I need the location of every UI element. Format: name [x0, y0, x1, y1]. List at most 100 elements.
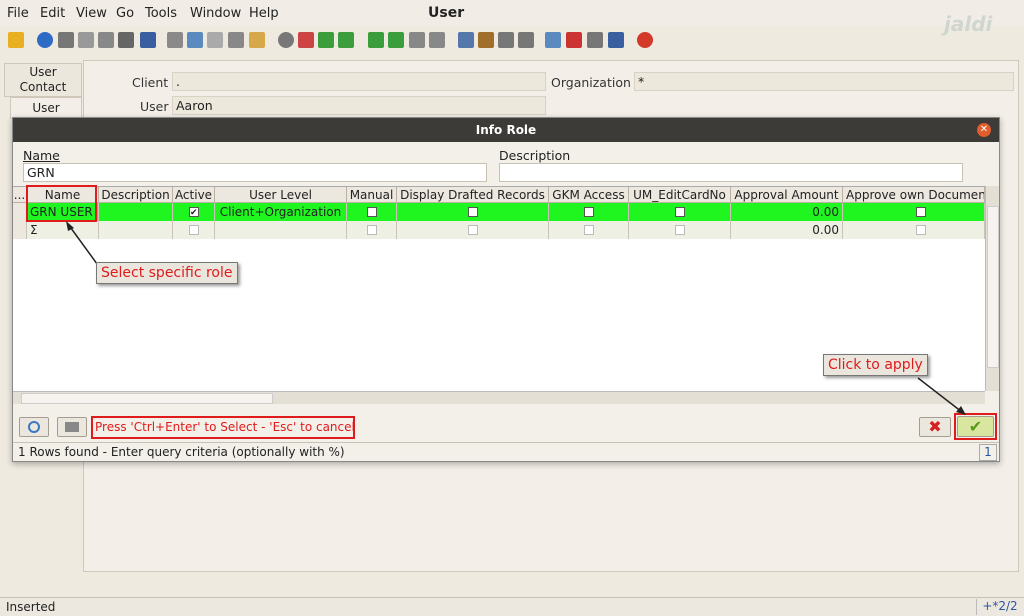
- cell-approve-own[interactable]: [843, 203, 985, 221]
- user-field[interactable]: Aaron: [172, 96, 546, 115]
- approve-own-checkbox: [916, 225, 926, 235]
- menu-help[interactable]: Help: [249, 6, 279, 21]
- client-field[interactable]: .: [172, 72, 546, 91]
- cell-display-drafted: [397, 221, 549, 239]
- approve-own-checkbox[interactable]: [916, 207, 926, 217]
- um-editcardno-checkbox[interactable]: [675, 207, 685, 217]
- manual-checkbox: [367, 225, 377, 235]
- cell-gkm-access[interactable]: [549, 203, 629, 221]
- cell-description[interactable]: [99, 203, 173, 221]
- column-header-approval-amount[interactable]: Approval Amount: [731, 187, 843, 203]
- select-role-callout: Select specific role: [96, 262, 238, 284]
- column-header-approve-own[interactable]: Approve own Documen: [843, 187, 985, 203]
- menu-tools[interactable]: Tools: [145, 6, 177, 21]
- attachment-icon[interactable]: [207, 32, 223, 48]
- column-header-display-drafted[interactable]: Display Drafted Records: [397, 187, 549, 203]
- previous-record-icon[interactable]: [388, 32, 404, 48]
- display-drafted-checkbox[interactable]: [468, 207, 478, 217]
- last-record-icon[interactable]: [429, 32, 445, 48]
- cell-um-editcardno[interactable]: [629, 203, 731, 221]
- cut-icon[interactable]: [118, 32, 134, 48]
- tab-label: User: [32, 101, 60, 115]
- column-header-user-level[interactable]: User Level: [215, 187, 347, 203]
- cell-user-level[interactable]: Client+Organization: [215, 203, 347, 221]
- cancel-button[interactable]: ✖: [919, 417, 951, 437]
- workflow-icon[interactable]: [566, 32, 582, 48]
- status-text: Inserted: [6, 600, 56, 614]
- cell-approval-amount[interactable]: 0.00: [731, 203, 843, 221]
- column-header-um-editcardno[interactable]: UM_EditCardNo: [629, 187, 731, 203]
- gkm-access-checkbox: [584, 225, 594, 235]
- organization-field[interactable]: *: [634, 72, 1014, 91]
- parent-icon[interactable]: [318, 32, 334, 48]
- report-icon[interactable]: [458, 32, 474, 48]
- refresh-icon: [28, 421, 40, 433]
- detail-icon[interactable]: [338, 32, 354, 48]
- tab-user-contact[interactable]: User Contact: [4, 63, 82, 97]
- cell-active: [173, 221, 215, 239]
- cell-manual[interactable]: [347, 203, 397, 221]
- cell-user-level: [215, 221, 347, 239]
- refresh-icon[interactable]: [167, 32, 183, 48]
- undo-icon[interactable]: [8, 32, 24, 48]
- tab-user[interactable]: User: [10, 97, 82, 119]
- next-record-icon[interactable]: [409, 32, 425, 48]
- statusbar: Inserted +*2/2: [0, 597, 1024, 616]
- column-header-description[interactable]: Description: [99, 187, 173, 203]
- cell-manual: [347, 221, 397, 239]
- menu-view[interactable]: View: [76, 6, 107, 21]
- description-input[interactable]: [499, 163, 963, 182]
- grid-toggle-icon[interactable]: [249, 32, 265, 48]
- menu-file[interactable]: File: [7, 6, 29, 21]
- home-icon[interactable]: [298, 32, 314, 48]
- user-label: User: [140, 99, 169, 114]
- page-count: 1: [979, 444, 997, 461]
- toolbar: [0, 28, 1024, 54]
- menu-go[interactable]: Go: [116, 6, 134, 21]
- chat-icon[interactable]: [228, 32, 244, 48]
- close-window-icon[interactable]: [637, 32, 653, 48]
- name-cell-highlight: [26, 185, 97, 222]
- name-input[interactable]: GRN: [23, 163, 487, 182]
- manual-checkbox[interactable]: [367, 207, 377, 217]
- row-selector[interactable]: [13, 203, 27, 221]
- ok-button[interactable]: ✔: [957, 416, 994, 437]
- info-role-dialog: Info Role ✕ Name GRN Description ... Nam…: [12, 117, 1000, 462]
- new-record-icon[interactable]: [58, 32, 74, 48]
- requery-button[interactable]: [19, 417, 49, 437]
- delete-icon[interactable]: [98, 32, 114, 48]
- print-icon[interactable]: [518, 32, 534, 48]
- active-checkbox[interactable]: [189, 204, 199, 221]
- scroll-thumb[interactable]: [21, 393, 273, 404]
- process-icon[interactable]: [587, 32, 603, 48]
- column-header-manual[interactable]: Manual: [347, 187, 397, 203]
- gkm-access-checkbox[interactable]: [584, 207, 594, 217]
- first-record-icon[interactable]: [368, 32, 384, 48]
- table-row[interactable]: GRN USER Client+Organization 0.00: [13, 203, 985, 221]
- row-selector[interactable]: [13, 221, 27, 239]
- archive-icon[interactable]: [478, 32, 494, 48]
- vertical-scrollbar[interactable]: [985, 186, 999, 391]
- zoom-across-icon[interactable]: [545, 32, 561, 48]
- column-header-gkm-access[interactable]: GKM Access: [549, 187, 629, 203]
- close-icon[interactable]: ✕: [977, 123, 991, 137]
- table-row-totals: Σ 0.00: [13, 221, 985, 239]
- print-preview-icon[interactable]: [498, 32, 514, 48]
- history-icon[interactable]: [278, 32, 294, 48]
- horizontal-scrollbar[interactable]: [13, 391, 985, 404]
- column-header-active[interactable]: Active: [173, 187, 215, 203]
- rows-found-text: 1 Rows found - Enter query criteria (opt…: [18, 445, 345, 459]
- find-icon[interactable]: [187, 32, 203, 48]
- help-icon[interactable]: [37, 32, 53, 48]
- scroll-thumb[interactable]: [987, 206, 999, 368]
- cell-approval-amount: 0.00: [731, 221, 843, 239]
- save-icon[interactable]: [140, 32, 156, 48]
- menu-edit[interactable]: Edit: [40, 6, 65, 21]
- cell-active[interactable]: [173, 203, 215, 221]
- product-info-icon[interactable]: [608, 32, 624, 48]
- print-button[interactable]: [57, 417, 87, 437]
- copy-record-icon[interactable]: [78, 32, 94, 48]
- dialog-title: Info Role: [13, 118, 999, 142]
- cell-display-drafted[interactable]: [397, 203, 549, 221]
- menu-window[interactable]: Window: [190, 6, 241, 21]
